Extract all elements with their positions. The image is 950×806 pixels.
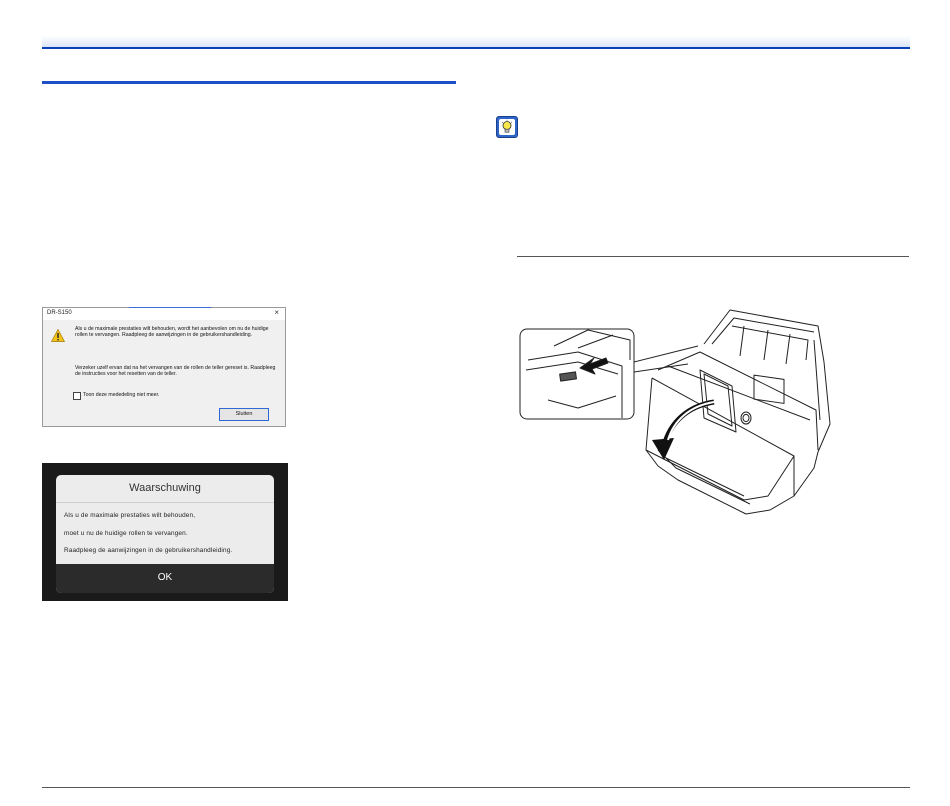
dialog-message-reset: Verzeker uzelf ervan dat na het vervange…	[75, 365, 276, 378]
footer-rule	[42, 787, 910, 788]
warning-line: moet u nu de huidige rollen te vervangen…	[64, 530, 188, 537]
dialog-title: DR-S150	[47, 310, 72, 316]
warning-title: Waarschuwing	[56, 475, 274, 503]
warning-icon	[51, 329, 65, 342]
section-heading-rule	[42, 81, 456, 84]
divider-rule	[517, 256, 909, 257]
touch-panel-screen: Waarschuwing Als u de maximale prestatie…	[42, 463, 288, 601]
roller-warning-dialog: DR-S150 × Als u de maximale prestaties w…	[42, 307, 286, 427]
close-icon[interactable]: ×	[274, 309, 279, 317]
dialog-message: Als u de maximale prestaties wilt behoud…	[75, 326, 269, 339]
dont-show-again-label: Toon deze mededeling niet meer.	[83, 392, 160, 398]
ok-button[interactable]: OK	[56, 564, 274, 593]
header-rule	[42, 47, 910, 49]
dialog-titlebar: DR-S150 ×	[43, 308, 285, 320]
close-button[interactable]: Sluiten	[219, 408, 269, 421]
warning-line: Raadpleeg de aanwijzingen in de gebruike…	[64, 547, 233, 554]
lightbulb-icon	[496, 116, 518, 138]
warning-line: Als u de maximale prestaties wilt behoud…	[64, 512, 196, 519]
scanner-illustration	[519, 309, 831, 515]
warning-card: Waarschuwing Als u de maximale prestatie…	[56, 475, 274, 593]
dont-show-again-checkbox[interactable]	[73, 392, 81, 400]
